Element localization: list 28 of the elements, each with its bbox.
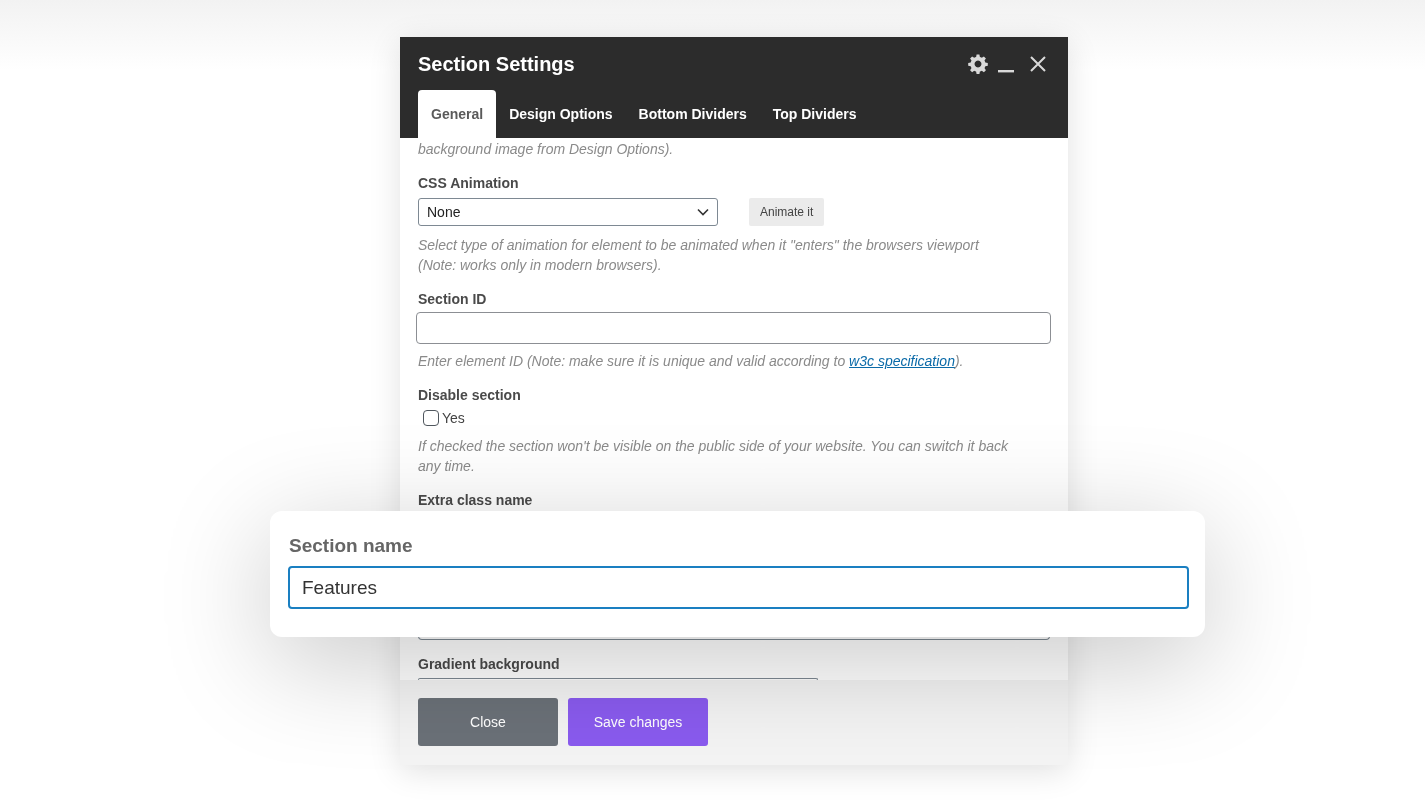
checkbox-label[interactable]: Yes — [442, 408, 465, 428]
field-label: Gradient background — [418, 655, 561, 674]
settings-icon[interactable] — [968, 54, 988, 74]
field-label: Section name — [288, 535, 414, 557]
checkbox[interactable] — [423, 410, 439, 426]
close-button[interactable]: Close — [418, 698, 558, 746]
tab[interactable]: General — [418, 90, 497, 138]
close-icon[interactable] — [1030, 56, 1046, 72]
minimize-icon[interactable] — [998, 69, 1014, 73]
specification-link[interactable]: w3c specification — [849, 353, 955, 369]
tab[interactable]: Bottom Dividers — [625, 90, 760, 138]
field-label: Extra class name — [418, 491, 534, 510]
help-text: Enter element ID (Note: make sure it is unique and valid according to w3c specification). — [418, 352, 965, 371]
help-text: background image from Design Options). — [418, 140, 675, 159]
field-label: CSS Animation — [418, 174, 520, 193]
chevron-down-icon — [697, 208, 709, 216]
tab[interactable]: Top Dividers — [759, 90, 870, 138]
input-field[interactable] — [416, 312, 1051, 344]
help-text: Select type of animation for element to be animated when it "enters" the browsers viewport (Note: works only in modern browsers). — [418, 236, 981, 275]
tab[interactable]: Design Options — [496, 90, 626, 138]
field-label: Section ID — [418, 290, 488, 309]
input-field[interactable]: Features — [288, 566, 1189, 609]
field-label: Disable section — [418, 386, 522, 405]
save-button[interactable]: Save changes — [568, 698, 708, 746]
dropdown[interactable]: None — [418, 198, 718, 226]
dialog-title: Section Settings — [418, 53, 576, 75]
animate-button[interactable]: Animate it — [749, 198, 825, 226]
help-text: If checked the section won't be visible on the public side of your website. You can switch it back any time. — [418, 437, 1010, 476]
